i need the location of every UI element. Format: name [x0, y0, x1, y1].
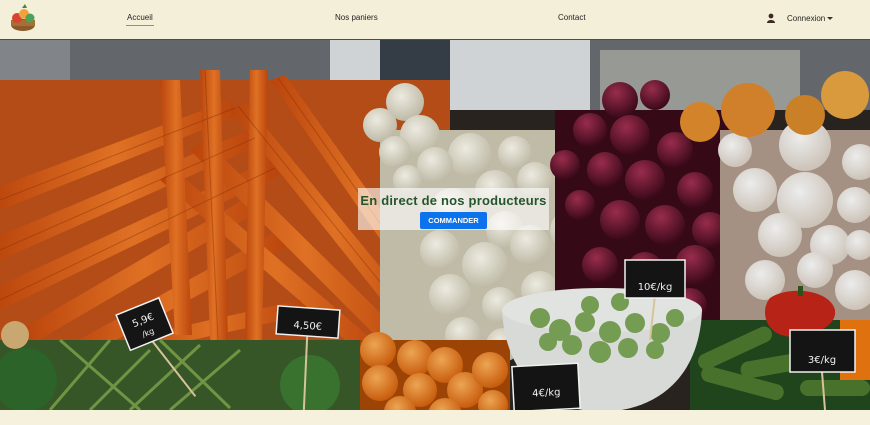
svg-text:4€/kg: 4€/kg [532, 387, 561, 399]
user-icon [767, 13, 775, 23]
account-menu[interactable]: Connexion [766, 13, 834, 23]
price-sign-unit: /kg [545, 387, 561, 399]
produce-basket-logo[interactable] [8, 3, 38, 33]
login-label: Connexion [787, 13, 826, 23]
price-sign-value: 4€ [532, 388, 545, 400]
page-bottom-strip [0, 410, 870, 425]
chevron-down-icon [827, 17, 834, 20]
price-sign: 5,9€ /kg [115, 296, 197, 397]
hero-title: En direct de nos producteurs [360, 193, 547, 208]
price-sign-unit: /kg [821, 355, 837, 366]
price-sign-value: 3€ [808, 355, 821, 366]
nav-home-link[interactable]: Accueil [126, 13, 154, 26]
nav-contact-link[interactable]: Contact [558, 13, 586, 22]
top-navbar: Accueil Nos paniers Contact Connexion [0, 0, 870, 40]
hero-callout: En direct de nos producteurs COMMANDER [358, 188, 549, 230]
price-sign: 3€/kg [789, 329, 856, 410]
svg-text:10€/kg: 10€/kg [638, 282, 673, 293]
nav-baskets-link[interactable]: Nos paniers [335, 13, 378, 22]
svg-text:3€/kg: 3€/kg [808, 355, 836, 366]
price-sign-value: 10€ [638, 282, 657, 293]
price-sign: 4,50€ [275, 305, 341, 410]
hero-banner: 5,9€ /kg 4,50€ 10€/kg 4€/kg 3€/kg En dir… [0, 40, 870, 410]
order-button[interactable]: COMMANDER [420, 212, 487, 229]
price-sign-value: 4,50€ [293, 320, 322, 333]
price-sign: 4€/kg [511, 362, 581, 410]
price-sign-unit: /kg [657, 282, 673, 293]
price-sign: 10€/kg [624, 259, 686, 341]
